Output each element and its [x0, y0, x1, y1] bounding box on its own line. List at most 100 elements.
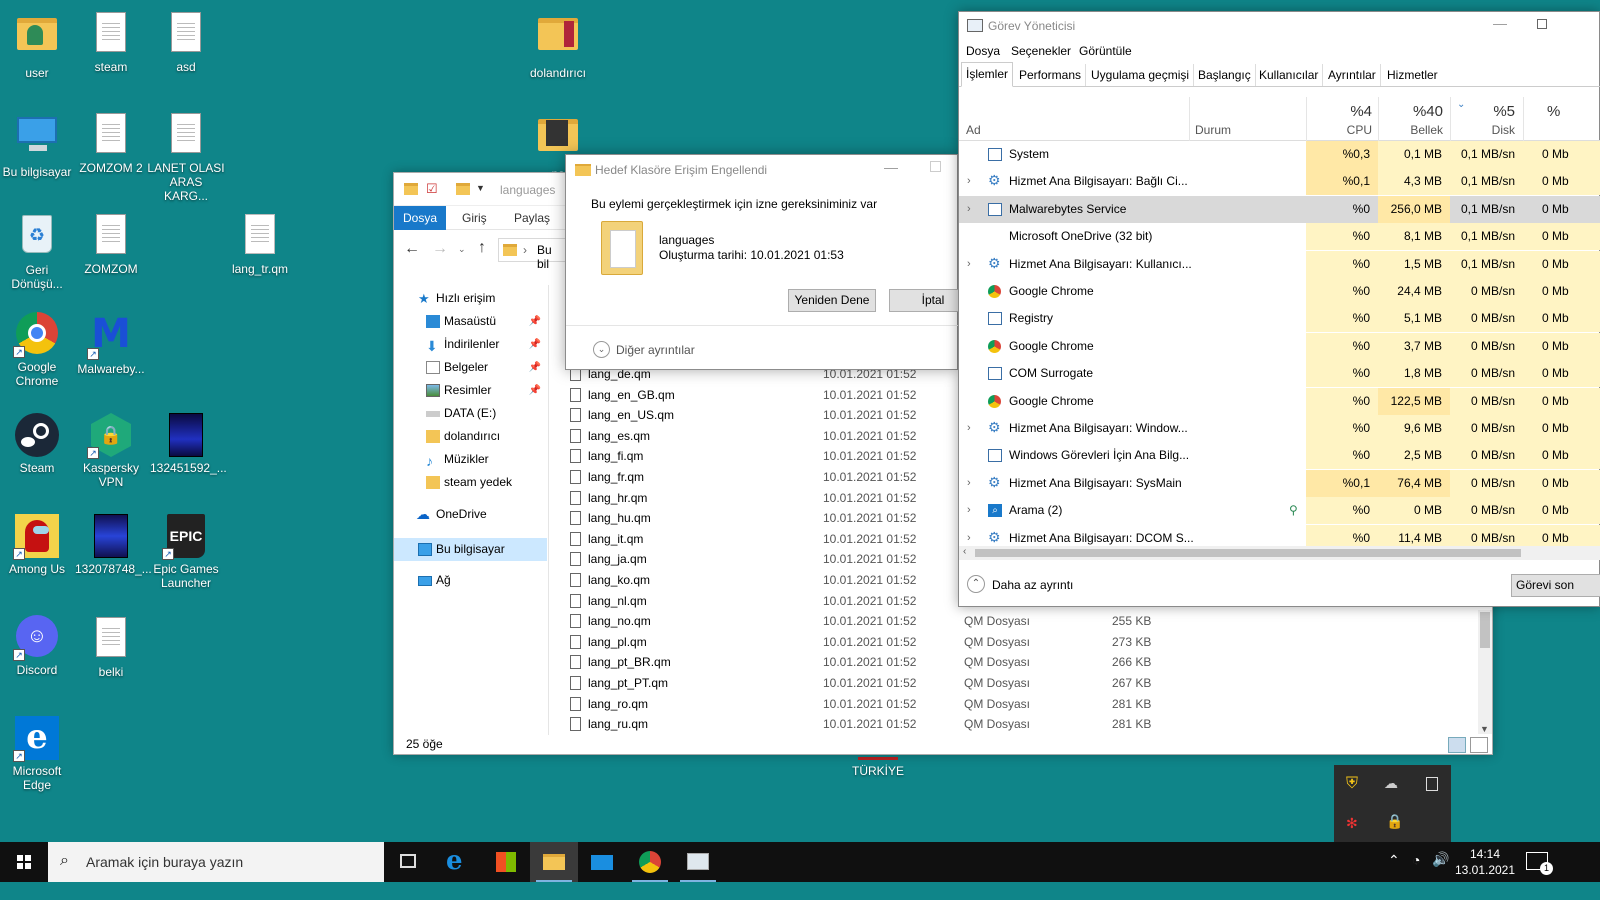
nav-documents[interactable]: Belgeler 📌: [394, 356, 547, 379]
clock[interactable]: 14:14 13.01.2021: [1450, 846, 1520, 878]
desktop-icon-zomzom2[interactable]: ZOMZOM 2: [75, 111, 147, 175]
desktop-icon-belki[interactable]: belki: [75, 615, 147, 679]
desktop-icon-malwarebytes[interactable]: M ↗ Malwareby...: [75, 312, 147, 376]
process-row[interactable]: Windows Görevleri İçin Ana Bilg... %0 2,5 …: [959, 442, 1600, 470]
minimize-icon[interactable]: —: [884, 159, 898, 175]
process-row[interactable]: COM Surrogate %0 1,8 MB 0 MB/sn 0 Mb: [959, 360, 1600, 388]
wifi-icon[interactable]: ◔: [1412, 852, 1420, 868]
taskbar-edge[interactable]: e: [434, 842, 482, 882]
up-arrow-icon[interactable]: ↑: [478, 239, 486, 257]
bug-icon[interactable]: ✻: [1346, 815, 1358, 832]
taskbar-file-explorer[interactable]: [530, 842, 578, 882]
desktop-icon-dolandirici[interactable]: dolandırıcı: [522, 10, 594, 80]
nav-desktop[interactable]: Masaüstü 📌: [394, 310, 547, 333]
tab-islemler[interactable]: İşlemler: [961, 62, 1014, 87]
scrollbar-thumb[interactable]: [1480, 612, 1490, 648]
taskbar-task-manager[interactable]: [674, 842, 722, 882]
desktop-icon-steam[interactable]: Steam: [1, 413, 73, 475]
file-row[interactable]: lang_pt_PT.qm 10.01.2021 01:52 QM Dosyası 2…: [568, 673, 1478, 693]
pin-icon[interactable]: 📌: [529, 333, 541, 356]
task-manager-window[interactable]: Görev Yöneticisi — Dosya Seçenekler Görü…: [958, 11, 1600, 607]
nav-steam-yedek[interactable]: steam yedek: [394, 471, 547, 494]
desktop-icon-lang-tr[interactable]: lang_tr.qm: [224, 212, 296, 276]
process-row[interactable]: Google Chrome %0 3,7 MB 0 MB/sn 0 Mb: [959, 332, 1600, 360]
desktop-icon-image-132451592[interactable]: 132451592_...: [150, 413, 227, 475]
address-bar[interactable]: › Bu bil: [498, 238, 568, 271]
tab-dosya[interactable]: Dosya: [394, 206, 446, 230]
process-row[interactable]: Google Chrome %0 24,4 MB 0 MB/sn 0 Mb: [959, 278, 1600, 305]
nav-network[interactable]: Ağ: [394, 569, 547, 592]
chevron-up-icon[interactable]: ⌃: [967, 575, 985, 593]
process-row[interactable]: Microsoft OneDrive (32 bit) %0 8,1 MB 0,1 M…: [959, 223, 1600, 251]
tab-hizmetler[interactable]: Hizmetler: [1383, 64, 1442, 86]
chevron-right-icon[interactable]: ›: [967, 168, 971, 195]
tab-performans[interactable]: Performans: [1015, 64, 1087, 86]
desktop-icon-discord[interactable]: ☺ ↗ Discord: [1, 615, 73, 677]
volume-icon[interactable]: 🔊: [1432, 851, 1449, 868]
taskbar-chrome[interactable]: [626, 842, 674, 882]
nav-this-pc[interactable]: Bu bilgisayar: [394, 538, 547, 561]
file-row[interactable]: lang_ro.qm 10.01.2021 01:52 QM Dosyası 281 …: [568, 694, 1478, 714]
desktop-icon-among-us[interactable]: ↗ Among Us: [1, 514, 73, 576]
desktop-icon-microsoft-edge[interactable]: e ↗ Microsoft Edge: [1, 716, 73, 792]
notification-center-icon[interactable]: 1: [1526, 852, 1553, 875]
chevron-down-icon[interactable]: ⌄: [593, 341, 610, 358]
desktop-icon-lanet-olasi[interactable]: LANET OLASI ARAS KARG...: [146, 111, 226, 203]
nav-downloads[interactable]: ⬇ İndirilenler 📌: [394, 333, 547, 356]
cpu-percent[interactable]: %4: [1350, 103, 1372, 120]
column-status[interactable]: Durum: [1195, 123, 1231, 137]
vertical-scrollbar[interactable]: ▼: [1478, 610, 1492, 734]
end-task-button[interactable]: Görevi son: [1511, 574, 1600, 597]
file-row[interactable]: lang_pl.qm 10.01.2021 01:52 QM Dosyası 273 …: [568, 632, 1478, 652]
scroll-left-icon[interactable]: ‹: [963, 546, 966, 557]
process-row[interactable]: System %0,3 0,1 MB 0,1 MB/sn 0 Mb: [959, 141, 1600, 168]
disk-percent[interactable]: %5: [1493, 103, 1515, 120]
horizontal-scrollbar[interactable]: ‹: [959, 546, 1600, 560]
desktop-icon-asd[interactable]: asd: [150, 10, 222, 74]
nav-pictures[interactable]: Resimler 📌: [394, 379, 547, 402]
desktop-icon-image-132078748[interactable]: 132078748_...: [75, 514, 152, 576]
pin-icon[interactable]: 📌: [529, 379, 541, 402]
desktop-icon-kaspersky-vpn[interactable]: 🔒 ↗ Kaspersky VPN: [75, 413, 147, 489]
scrollbar-thumb[interactable]: [975, 549, 1521, 557]
process-row[interactable]: › ⚙ Hizmet Ana Bilgisayarı: Window... %0 9,6…: [959, 415, 1600, 442]
chevron-right-icon[interactable]: ›: [967, 415, 971, 442]
taskbar-mail[interactable]: [578, 842, 626, 882]
tab-giris[interactable]: Giriş: [450, 206, 499, 230]
process-row[interactable]: Google Chrome %0 122,5 MB 0 MB/sn 0 Mb: [959, 387, 1600, 415]
chevron-right-icon[interactable]: ›: [967, 470, 971, 497]
menu-goruntule[interactable]: Görüntüle: [1079, 44, 1132, 58]
chevron-right-icon[interactable]: ›: [967, 497, 971, 524]
pin-icon[interactable]: 📌: [529, 356, 541, 379]
access-denied-dialog[interactable]: Hedef Klasöre Erişim Engellendi — Bu eyl…: [565, 154, 977, 370]
fewer-details-link[interactable]: Daha az ayrıntı: [992, 578, 1073, 592]
new-folder-icon[interactable]: [456, 183, 470, 195]
task-view-button[interactable]: [384, 842, 432, 882]
process-row[interactable]: › ⚙ Hizmet Ana Bilgisayarı: DCOM S... %0 11,…: [959, 524, 1600, 546]
details-view-icon[interactable]: [1448, 737, 1466, 753]
recent-locations-icon[interactable]: ⌄: [458, 244, 466, 255]
column-name[interactable]: Ad: [966, 123, 981, 137]
taskbar-store[interactable]: [482, 842, 530, 882]
taskbar-search-box[interactable]: ⌕ Aramak için buraya yazın: [48, 842, 384, 882]
nav-data-drive[interactable]: DATA (E:): [394, 402, 547, 425]
tab-ayrintilar[interactable]: Ayrıntılar: [1324, 64, 1381, 86]
properties-icon[interactable]: ☑: [426, 181, 438, 197]
maximize-icon[interactable]: [1537, 19, 1547, 29]
minimize-icon[interactable]: —: [1493, 15, 1507, 31]
chevron-right-icon[interactable]: ›: [967, 525, 971, 546]
process-row[interactable]: › ⌕ Arama (2) ⚲ %0 0 MB 0 MB/sn 0 Mb: [959, 497, 1600, 525]
pin-icon[interactable]: 📌: [529, 310, 541, 333]
nav-music[interactable]: ♪ Müzikler: [394, 448, 547, 471]
back-arrow-icon[interactable]: ←: [404, 240, 420, 258]
menu-secenekler[interactable]: Seçenekler: [1011, 44, 1071, 58]
tab-kullanicilar[interactable]: Kullanıcılar: [1255, 64, 1324, 86]
forward-arrow-icon[interactable]: →: [432, 240, 448, 258]
chevron-down-icon[interactable]: ▼: [476, 183, 485, 193]
desktop-icon-turkiye[interactable]: TÜRKİYE: [838, 757, 918, 778]
start-button[interactable]: [0, 842, 48, 882]
tab-paylas[interactable]: Paylaş: [502, 206, 562, 230]
process-row[interactable]: › ⚙ Hizmet Ana Bilgisayarı: Bağlı Ci... %0,…: [959, 168, 1600, 196]
vpn-lock-icon[interactable]: 🔒: [1386, 813, 1403, 830]
desktop-icon-steam-file[interactable]: steam: [75, 10, 147, 74]
